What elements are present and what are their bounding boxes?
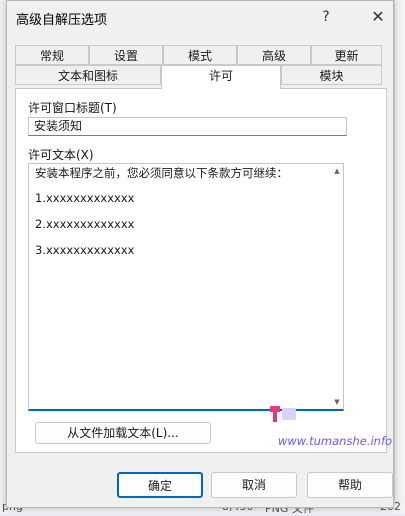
scroll-up-arrow-icon[interactable]: ▲ xyxy=(333,167,341,175)
tab-general[interactable]: 常规 xyxy=(15,45,89,65)
license-window-title-label: 许可窗口标题(T) xyxy=(28,101,117,115)
ok-button[interactable]: 确定 xyxy=(117,472,203,498)
tab-mode[interactable]: 模式 xyxy=(163,45,237,65)
advanced-sfx-options-dialog: 高级自解压选项 ? ✕ 常规 设置 模式 高级 更新 文本和图标 许可 模块 许… xyxy=(6,0,394,508)
license-text-line: 3.xxxxxxxxxxxxx xyxy=(35,243,135,257)
tab-text-and-icon[interactable]: 文本和图标 xyxy=(15,65,161,85)
tab-license[interactable]: 许可 xyxy=(161,65,281,89)
cancel-button[interactable]: 取消 xyxy=(211,472,297,498)
dialog-title: 高级自解压选项 xyxy=(16,13,108,28)
tab-settings[interactable]: 设置 xyxy=(89,45,163,65)
license-text-label: 许可文本(X) xyxy=(28,148,94,162)
help-button[interactable]: 帮助 xyxy=(307,472,393,498)
license-text-scrollbar[interactable]: ▲ ▼ xyxy=(332,165,342,408)
license-text-line: 1.xxxxxxxxxxxxx xyxy=(35,191,135,205)
tab-modules[interactable]: 模块 xyxy=(281,65,382,85)
load-text-from-file-button[interactable]: 从文件加载文本(L)... xyxy=(35,422,211,444)
tab-advanced[interactable]: 高级 xyxy=(237,45,311,65)
scroll-down-arrow-icon[interactable]: ▼ xyxy=(333,398,341,406)
help-icon[interactable]: ? xyxy=(311,5,341,29)
license-text-line: 安装本程序之前，您必须同意以下条款方可继续： xyxy=(35,166,288,180)
tab-update[interactable]: 更新 xyxy=(311,45,382,65)
license-text-area[interactable]: 安装本程序之前，您必须同意以下条款方可继续： 1.xxxxxxxxxxxxx 2… xyxy=(28,163,344,411)
license-window-title-input[interactable]: 安装须知 xyxy=(28,117,347,136)
background-window-edge-right xyxy=(394,0,405,514)
license-text-line: 2.xxxxxxxxxxxxx xyxy=(35,217,135,231)
dialog-titlebar[interactable]: 高级自解压选项 ? ✕ xyxy=(7,1,393,33)
tab-strip: 常规 设置 模式 高级 更新 文本和图标 许可 模块 xyxy=(15,45,382,89)
close-icon[interactable]: ✕ xyxy=(363,5,393,29)
